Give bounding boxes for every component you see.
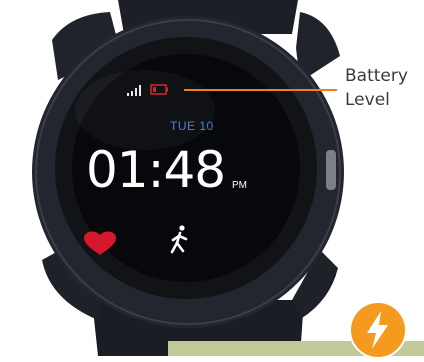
battery-label-line2: Level (345, 90, 390, 110)
lightning-badge (351, 303, 405, 357)
watch-illustration: TUE 10 01:48 PM Battery Level (0, 0, 424, 357)
display-glare (75, 70, 215, 150)
watch-date: TUE 10 (170, 119, 214, 133)
watch-time: 01:48 (86, 141, 226, 199)
battery-level-label: Battery Level (345, 64, 408, 112)
lightning-icon (367, 311, 388, 349)
watch-ampm: PM (232, 180, 247, 191)
battery-label-line1: Battery (345, 66, 408, 86)
crown-button (326, 150, 336, 190)
